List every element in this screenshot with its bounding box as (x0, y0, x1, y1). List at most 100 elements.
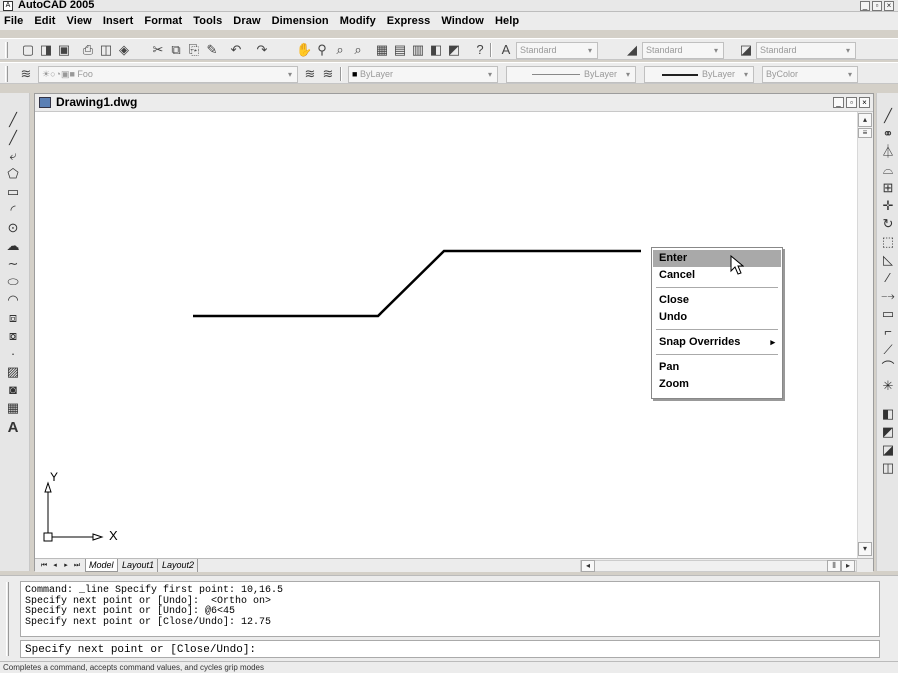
close-icon[interactable]: × (884, 1, 894, 11)
break-icon[interactable]: ⌐ (878, 323, 898, 341)
plot-icon[interactable]: ⎙ (80, 42, 96, 58)
move-icon[interactable]: ✛ (878, 197, 898, 215)
menu-tools[interactable]: Tools (193, 15, 222, 27)
drawn-line[interactable] (193, 249, 641, 318)
minimize-icon[interactable]: _ (860, 1, 870, 11)
plot-preview-icon[interactable]: ◫ (98, 42, 114, 58)
chevron-down-icon[interactable]: ▾ (484, 68, 496, 81)
break-at-point-icon[interactable]: ▭ (878, 305, 898, 323)
lineweight-select[interactable]: ByLayer ▾ (644, 66, 754, 83)
zoom-previous-icon[interactable]: ⌕ (350, 42, 366, 58)
make-block-icon[interactable]: ⧇ (3, 327, 23, 345)
menu-edit[interactable]: Edit (34, 15, 55, 27)
table-style-icon[interactable]: ◪ (738, 42, 754, 58)
restore-icon[interactable]: ▫ (872, 1, 882, 11)
circle-icon[interactable]: ⊙ (3, 219, 23, 237)
text-style-icon[interactable]: A (498, 42, 514, 58)
minimize-icon[interactable]: _ (833, 97, 844, 108)
zoom-window-icon[interactable]: ⌕ (332, 42, 348, 58)
undo-icon[interactable]: ↶ (228, 42, 244, 58)
context-menu-snap-overrides[interactable]: Snap Overrides ▸ (653, 334, 781, 351)
hatch-icon[interactable]: ▨ (3, 363, 23, 381)
scroll-up-icon[interactable]: ▴ (858, 113, 872, 127)
cut-icon[interactable]: ✂ (150, 42, 166, 58)
scroll-down-icon[interactable]: ▾ (858, 542, 872, 556)
restore-icon[interactable]: ▫ (846, 97, 857, 108)
layer-previous-icon[interactable]: ≋ (320, 66, 336, 82)
erase-icon[interactable]: ╱ (878, 107, 898, 125)
send-to-back-icon[interactable]: ◪ (878, 441, 898, 459)
new-icon[interactable]: ▢ (20, 42, 36, 58)
menu-help[interactable]: Help (495, 15, 519, 27)
design-center-icon[interactable]: ▤ (392, 42, 408, 58)
mirror-icon[interactable]: ⏃ (878, 143, 898, 161)
scroll-right-icon[interactable]: ▸ (841, 560, 855, 572)
region-icon[interactable]: ◙ (3, 381, 23, 399)
publish-icon[interactable]: ◈ (116, 42, 132, 58)
stretch-icon[interactable]: ◺ (878, 251, 898, 269)
copy-icon[interactable]: ⧉ (168, 42, 184, 58)
context-menu-enter[interactable]: Enter (653, 250, 781, 267)
array-icon[interactable]: ⊞ (878, 179, 898, 197)
toolbar-grip[interactable] (5, 42, 8, 58)
arc-icon[interactable]: ◜ (3, 201, 23, 219)
bring-above-icon[interactable]: ◫ (878, 459, 898, 477)
tab-layout1[interactable]: Layout1 (119, 559, 159, 572)
chevron-down-icon[interactable]: ▾ (622, 68, 634, 81)
command-window-grip[interactable] (6, 582, 9, 656)
insert-block-icon[interactable]: ⧈ (3, 309, 23, 327)
menu-dimension[interactable]: Dimension (272, 15, 329, 27)
copy-object-icon[interactable]: ⚭ (878, 125, 898, 143)
sheet-set-icon[interactable]: ◧ (428, 42, 444, 58)
menu-window[interactable]: Window (441, 15, 484, 27)
dim-style-icon[interactable]: ◢ (624, 42, 640, 58)
context-menu-close[interactable]: Close (653, 292, 781, 309)
polygon-icon[interactable]: ⬠ (3, 165, 23, 183)
explode-icon[interactable]: ✳ (878, 377, 898, 395)
multiline-text-icon[interactable]: A (3, 419, 23, 437)
trim-icon[interactable]: ⁄ (878, 269, 898, 287)
table-icon[interactable]: ▦ (3, 399, 23, 417)
menu-file[interactable]: File (4, 15, 23, 27)
scale-icon[interactable]: ⬚ (878, 233, 898, 251)
table-style-select[interactable]: Standard ▾ (756, 42, 856, 59)
chamfer-icon[interactable]: ⟋ (878, 341, 898, 359)
ellipse-arc-icon[interactable]: ◠ (3, 291, 23, 309)
extend-icon[interactable]: ⤍ (878, 287, 898, 305)
tab-layout2[interactable]: Layout2 (159, 559, 199, 572)
pan-realtime-icon[interactable]: ✋ (296, 42, 312, 58)
open-icon[interactable]: ◨ (38, 42, 54, 58)
layer-select[interactable]: ☀○◔▣■ Foo ▾ (38, 66, 298, 83)
command-input[interactable]: Specify next point or [Close/Undo]: (20, 640, 880, 658)
point-icon[interactable]: · (3, 345, 23, 363)
next-tab-icon[interactable]: ▸ (61, 560, 71, 571)
rotate-icon[interactable]: ↻ (878, 215, 898, 233)
chevron-down-icon[interactable]: ▾ (740, 68, 752, 81)
menu-format[interactable]: Format (144, 15, 182, 27)
layer-manager-icon[interactable]: ≋ (18, 66, 34, 82)
color-select[interactable]: ■ ByLayer ▾ (348, 66, 498, 83)
spline-icon[interactable]: ∼ (3, 255, 23, 273)
rectangle-icon[interactable]: ▭ (3, 183, 23, 201)
markup-icon[interactable]: ◩ (446, 42, 462, 58)
draw-order-icon[interactable]: ◧ (878, 405, 898, 423)
toolbar-grip[interactable] (5, 66, 8, 82)
context-menu-pan[interactable]: Pan (653, 359, 781, 376)
last-tab-icon[interactable]: ⏭ (72, 560, 82, 571)
menu-insert[interactable]: Insert (103, 15, 134, 27)
chevron-down-icon[interactable]: ▾ (844, 68, 856, 81)
vertical-scrollbar[interactable]: ▴ ≡ ▾ (857, 112, 873, 558)
save-icon[interactable]: ▣ (56, 42, 72, 58)
ellipse-icon[interactable]: ⬭ (3, 273, 23, 291)
dim-style-select[interactable]: Standard ▾ (642, 42, 724, 59)
scroll-left-icon[interactable]: ◂ (581, 560, 595, 572)
previous-tab-icon[interactable]: ◂ (50, 560, 60, 571)
zoom-realtime-icon[interactable]: ⚲ (314, 42, 330, 58)
menu-draw[interactable]: Draw (233, 15, 260, 27)
scroll-thumb[interactable]: ⫴ (827, 560, 841, 572)
redo-icon[interactable]: ↷ (254, 42, 270, 58)
chevron-down-icon[interactable]: ▾ (284, 68, 296, 81)
offset-icon[interactable]: ⌓ (878, 161, 898, 179)
linetype-select[interactable]: ByLayer ▾ (506, 66, 636, 83)
chevron-down-icon[interactable]: ▾ (584, 44, 596, 57)
